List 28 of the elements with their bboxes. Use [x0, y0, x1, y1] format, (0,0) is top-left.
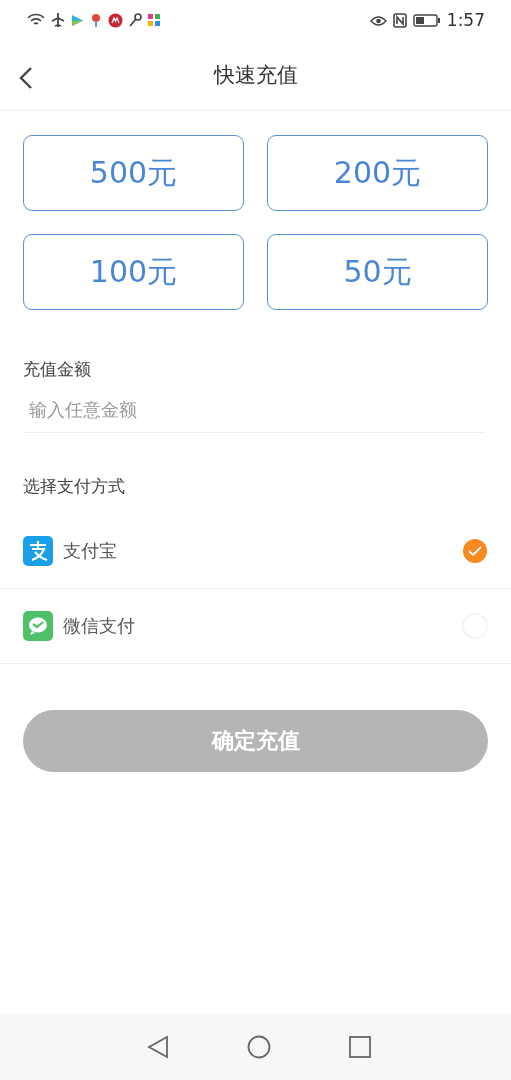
amount-option[interactable]: 500元	[23, 135, 244, 211]
payment-logo-icon	[23, 536, 53, 566]
field-label: 充值金额	[23, 358, 92, 381]
wifi-icon	[27, 13, 45, 27]
section-heading: 选择支付方式	[22, 475, 126, 498]
amount-option[interactable]: 50元	[267, 234, 488, 310]
amount-option[interactable]: 100元	[23, 234, 244, 310]
amount-option[interactable]: 200元	[267, 135, 488, 211]
play-icon	[71, 13, 84, 27]
page-title: 快速充值	[213, 62, 298, 89]
payment-name: 微信支付	[63, 614, 136, 638]
nfc-icon	[392, 12, 407, 28]
airplane-icon	[51, 13, 65, 27]
battery-icon	[412, 13, 441, 27]
circle-logo-icon	[108, 12, 123, 28]
eye-icon	[369, 13, 387, 27]
dots-icon	[148, 14, 160, 26]
payment-option[interactable]: 支付宝	[0, 514, 511, 589]
key-icon	[129, 13, 142, 27]
back-icon	[18, 66, 34, 90]
home-nav-icon[interactable]	[246, 1035, 271, 1059]
payment-option[interactable]: 微信支付	[0, 589, 511, 664]
chat-check-icon	[23, 611, 53, 641]
clock-time: 1:57	[446, 10, 485, 30]
back-nav-icon[interactable]	[146, 1035, 169, 1059]
recents-nav-icon[interactable]	[348, 1036, 371, 1058]
map-pin-icon	[90, 13, 102, 27]
payment-name: 支付宝	[63, 539, 118, 563]
